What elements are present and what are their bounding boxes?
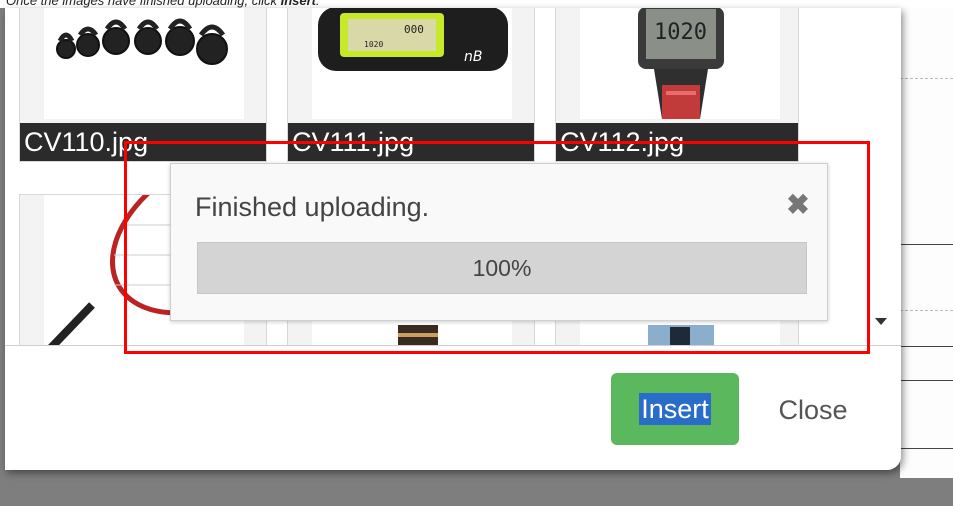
insert-button-label: Insert — [639, 393, 711, 425]
svg-text:1020: 1020 — [654, 20, 707, 45]
gallery-thumbnail[interactable]: 000 1020 nB CV111.jpg — [287, 8, 535, 162]
background-page-edge — [900, 8, 953, 478]
progress-label: 100% — [472, 255, 532, 281]
gallery-thumbnail[interactable]: CV110.jpg — [19, 8, 267, 162]
kettlebells-image — [56, 18, 228, 65]
background-divider — [900, 310, 953, 311]
thumbnail-image-area: 000 1020 nB — [312, 8, 512, 119]
thumbnail-image-area — [44, 8, 244, 119]
instruction-action: Insert — [280, 0, 317, 8]
background-divider — [900, 380, 953, 381]
modal-footer: Insert Close — [5, 346, 901, 470]
instruction-suffix: . — [316, 0, 320, 8]
upload-status-message: Finished uploading. — [195, 192, 430, 222]
background-divider — [900, 78, 953, 79]
thumbnail-image-area: 1020 — [580, 8, 780, 119]
thumbnail-caption: CV112.jpg — [556, 123, 798, 161]
svg-text:1020: 1020 — [364, 40, 383, 49]
background-divider — [900, 448, 953, 449]
background-divider — [900, 244, 953, 245]
heart-rate-monitor-image: 1020 — [638, 8, 724, 119]
gallery-thumbnail[interactable]: 1020 CV112.jpg — [555, 8, 799, 162]
thumbnail-caption: CV110.jpg — [20, 123, 266, 161]
svg-text:nB: nB — [464, 49, 482, 65]
pedometer-image: 000 1020 nB — [318, 8, 508, 71]
upload-status-popup: Finished uploading. ✖ 100% — [170, 163, 828, 321]
svg-text:000: 000 — [404, 23, 424, 36]
close-button[interactable]: Close — [757, 386, 869, 434]
thumbnail-caption: CV111.jpg — [288, 123, 534, 161]
instruction-prefix: Once the images have finished uploading,… — [6, 0, 281, 8]
close-icon[interactable]: ✖ — [783, 190, 813, 220]
scroll-down-arrow-icon[interactable] — [875, 318, 887, 325]
background-divider — [900, 346, 953, 347]
instruction-text: Once the images have finished uploading,… — [6, 0, 946, 8]
upload-progress-bar: 100% — [197, 242, 807, 294]
insert-button[interactable]: Insert — [611, 373, 739, 445]
